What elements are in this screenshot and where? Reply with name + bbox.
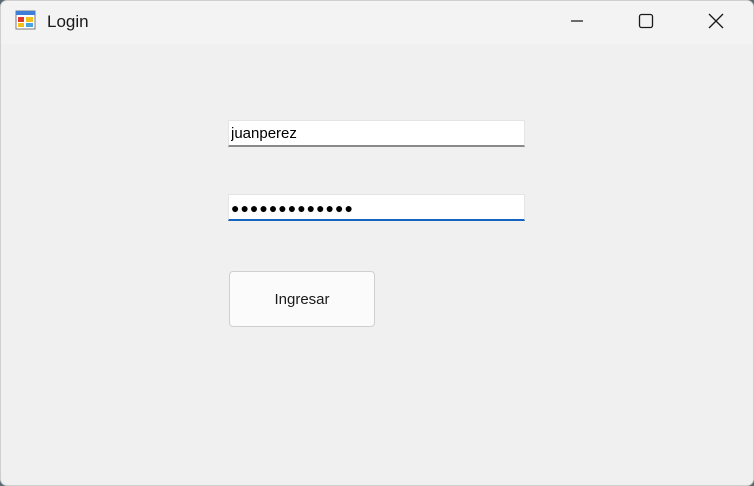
minimize-icon <box>571 20 583 22</box>
login-window: Login Ingresar <box>0 0 754 486</box>
app-form-icon <box>15 10 36 30</box>
username-input[interactable] <box>229 121 524 145</box>
window-title: Login <box>47 12 89 31</box>
close-button[interactable] <box>693 1 739 41</box>
close-icon <box>708 13 724 29</box>
minimize-button[interactable] <box>554 1 600 41</box>
title-bar[interactable]: Login <box>1 1 753 44</box>
password-input[interactable] <box>229 195 524 219</box>
login-button[interactable]: Ingresar <box>229 271 375 327</box>
password-field[interactable] <box>228 194 525 221</box>
maximize-icon <box>638 13 654 29</box>
maximize-button[interactable] <box>623 1 669 41</box>
username-field[interactable] <box>228 120 525 147</box>
